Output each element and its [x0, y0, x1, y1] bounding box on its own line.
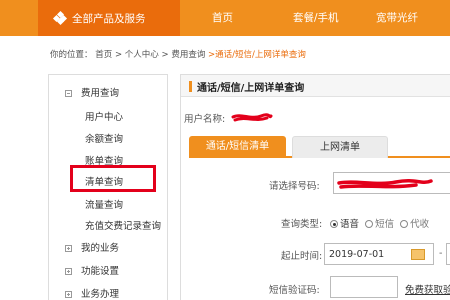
highlight-box [70, 165, 156, 192]
sidebar-group-my-business[interactable]: 我的业务 [65, 240, 119, 254]
breadcrumb-fee-query[interactable]: 费用查询 [171, 50, 205, 60]
breadcrumb-separator: > [114, 50, 123, 60]
radio-unchecked-icon [365, 220, 374, 228]
start-date-value: 2019-07-01 [329, 249, 385, 260]
radio-checked-icon [330, 220, 338, 228]
nav-broadband[interactable]: 宽带光纤 [376, 0, 418, 36]
redacted-phone-scribble [337, 178, 433, 189]
start-date-input[interactable]: 2019-07-01 [324, 243, 434, 265]
sms-code-input[interactable] [330, 276, 398, 298]
sidebar-group-fee-query[interactable]: 费用查询 [65, 85, 119, 99]
expand-icon [65, 268, 72, 275]
date-range-label: 起止时间: [281, 251, 323, 262]
top-nav-bar: 全部产品及服务 首页 套餐/手机 宽带光纤 [0, 0, 450, 36]
radio-voice[interactable]: 语音 [330, 219, 359, 230]
panel-title: 通话/短信/上网详单查询 [197, 83, 305, 94]
collapse-icon [65, 90, 72, 97]
expand-icon [65, 245, 72, 252]
sms-code-label: 短信验证码: [269, 285, 320, 296]
sidebar-group-business-handling[interactable]: 业务办理 [65, 286, 119, 300]
get-sms-code-link[interactable]: 免费获取验 [405, 282, 450, 296]
sidebar: 费用查询 用户中心 余额查询 账单查询 清单查询 流量查询 充值交费记录查询 我… [48, 74, 168, 300]
username-label: 用户名称: [184, 114, 226, 125]
sidebar-item-balance[interactable]: 余额查询 [85, 131, 123, 145]
sidebar-item-user-center[interactable]: 用户中心 [85, 109, 123, 123]
tab-bar: 通话/短信清单 上网清单 [189, 136, 450, 158]
tab-internet-list[interactable]: 上网清单 [292, 136, 388, 158]
nav-plans-phones[interactable]: 套餐/手机 [293, 0, 339, 36]
calendar-icon[interactable] [411, 249, 425, 260]
query-type-label: 查询类型: [281, 219, 323, 230]
date-range-separator: - [439, 248, 443, 259]
sidebar-group-label: 业务办理 [81, 289, 120, 300]
sidebar-item-recharge-records[interactable]: 充值交费记录查询 [85, 218, 161, 232]
breadcrumb-current: 通话/短信/上网详单查询 [215, 50, 306, 60]
sidebar-group-settings[interactable]: 功能设置 [65, 263, 119, 277]
nav-home[interactable]: 首页 [212, 0, 233, 36]
all-products-label: 全部产品及服务 [72, 12, 146, 25]
tab-call-sms-list[interactable]: 通话/短信清单 [189, 136, 286, 158]
all-products-menu[interactable]: 全部产品及服务 [38, 0, 180, 36]
panel-header: 通话/短信/上网详单查询 [181, 75, 450, 97]
phone-select-label: 请选择号码: [269, 181, 320, 192]
breadcrumb-home[interactable]: 首页 [95, 50, 112, 60]
radio-sms[interactable]: 短信 [365, 219, 394, 230]
breadcrumb-personal-center[interactable]: 个人中心 [125, 50, 159, 60]
breadcrumb: 你的位置： 首页 > 个人中心 > 费用查询 >通话/短信/上网详单查询 [50, 48, 306, 60]
redacted-username-scribble [231, 113, 273, 122]
sidebar-item-data-usage[interactable]: 流量查询 [85, 197, 123, 211]
end-date-input[interactable]: 2 [446, 243, 450, 265]
sidebar-group-label: 费用查询 [81, 88, 120, 99]
sidebar-group-label: 功能设置 [81, 266, 120, 277]
radio-unchecked-icon [400, 220, 409, 228]
main-panel: 通话/短信/上网详单查询 用户名称: 通话/短信清单 上网清单 请选择号码: 查… [180, 74, 450, 300]
query-type-options: 语音 短信 代收 [330, 216, 429, 230]
title-accent-bar [189, 81, 192, 92]
breadcrumb-prefix: 你的位置： [50, 50, 93, 60]
diamond-grid-icon [52, 10, 68, 26]
radio-collection[interactable]: 代收 [400, 219, 429, 230]
sidebar-group-label: 我的业务 [81, 243, 120, 254]
expand-icon [65, 291, 72, 298]
breadcrumb-separator: > [161, 50, 169, 60]
